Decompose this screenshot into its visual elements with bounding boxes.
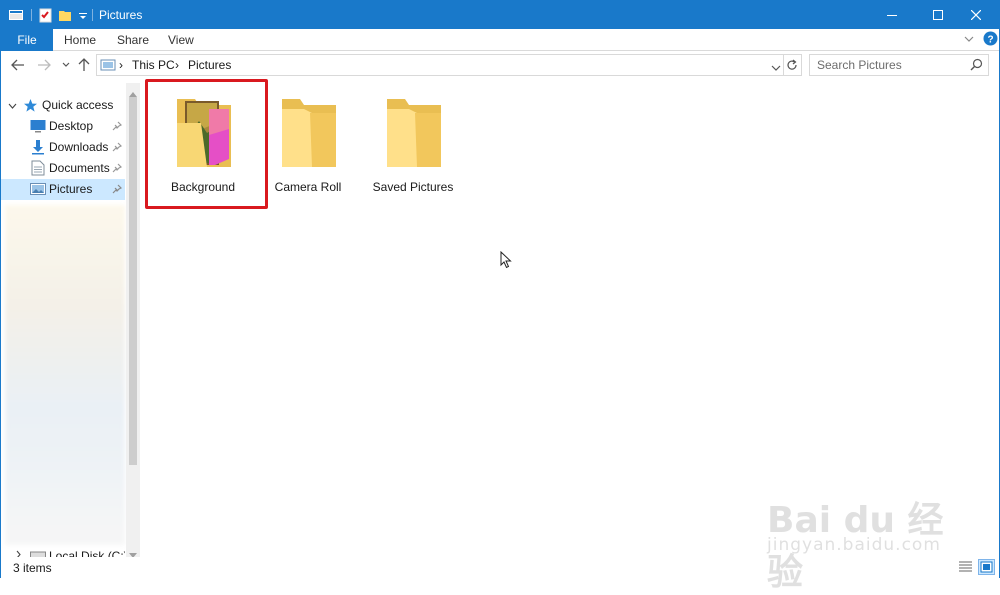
properties-icon[interactable] xyxy=(38,7,54,23)
search-input[interactable] xyxy=(810,55,966,75)
back-arrow-icon xyxy=(11,59,24,71)
pin-icon[interactable] xyxy=(112,162,123,176)
up-arrow-icon xyxy=(78,58,90,71)
navigation-pane: Quick access Desktop Downloads Documents… xyxy=(1,83,141,558)
sidebar-item-label: Downloads xyxy=(49,140,109,154)
maximize-icon xyxy=(933,10,943,20)
sidebar-item-pictures[interactable]: Pictures xyxy=(1,179,125,200)
breadcrumb-pictures[interactable]: Pictures xyxy=(188,58,231,72)
item-count: 3 items xyxy=(13,561,52,575)
new-folder-icon[interactable] xyxy=(57,7,73,23)
scrollbar-thumb[interactable] xyxy=(129,97,137,465)
watermark: Bai du 经验 jingyan.baidu.com xyxy=(767,471,967,593)
refresh-button[interactable] xyxy=(782,54,802,76)
large-icons-view-button[interactable] xyxy=(978,559,995,575)
sidebar-item-label: Quick access xyxy=(42,98,114,112)
forward-button[interactable] xyxy=(35,56,53,74)
breadcrumb-separator-icon[interactable]: › xyxy=(119,58,123,72)
file-explorer-window: Pictures File Home Share View ? › This P… xyxy=(0,0,1000,593)
expand-ribbon-icon[interactable] xyxy=(963,32,975,49)
title-separator xyxy=(92,9,93,21)
sidebar-item-label: Pictures xyxy=(49,182,93,196)
folder-name: Camera Roll xyxy=(274,180,342,194)
tab-file[interactable]: File xyxy=(1,29,53,51)
large-icons-view-icon xyxy=(980,561,993,573)
svg-text:?: ? xyxy=(987,35,993,46)
close-icon xyxy=(971,10,981,20)
mouse-cursor-icon xyxy=(500,250,512,272)
title-bar: Pictures xyxy=(1,1,999,29)
desktop-icon xyxy=(30,119,46,136)
window-title: Pictures xyxy=(99,8,143,22)
tab-home[interactable]: Home xyxy=(64,29,96,51)
address-dropdown-icon[interactable] xyxy=(771,61,781,75)
recent-locations-button[interactable] xyxy=(57,56,75,74)
documents-icon xyxy=(31,160,45,179)
help-icon[interactable]: ? xyxy=(983,31,998,49)
ribbon-tabs: File Home Share View ? xyxy=(1,29,999,51)
breadcrumb-separator-icon[interactable]: › xyxy=(175,58,179,72)
forward-arrow-icon xyxy=(38,59,51,71)
customize-dropdown-icon[interactable] xyxy=(75,7,91,23)
collapse-chevron-icon[interactable] xyxy=(8,100,17,114)
minimize-icon xyxy=(887,15,897,16)
tab-share[interactable]: Share xyxy=(117,29,149,51)
pin-icon[interactable] xyxy=(112,120,123,134)
minimize-button[interactable] xyxy=(869,1,915,29)
chevron-down-icon xyxy=(62,62,70,67)
nav-scrollbar[interactable] xyxy=(126,83,140,558)
folder-name: Saved Pictures xyxy=(372,180,454,194)
address-row: › This PC › Pictures xyxy=(1,51,999,79)
folder-saved-pictures[interactable]: Saved Pictures xyxy=(361,89,465,199)
close-button[interactable] xyxy=(953,1,999,29)
pictures-icon xyxy=(30,182,46,199)
sidebar-item-downloads[interactable]: Downloads xyxy=(1,137,125,158)
sidebar-item-documents[interactable]: Documents xyxy=(1,158,125,179)
pin-icon[interactable] xyxy=(112,141,123,155)
refresh-icon xyxy=(786,59,797,70)
title-separator xyxy=(31,9,32,21)
breadcrumb-this-pc[interactable]: This PC xyxy=(132,58,175,72)
pin-icon[interactable] xyxy=(112,183,123,197)
tab-view[interactable]: View xyxy=(168,29,194,51)
folder-icon xyxy=(387,99,441,167)
pictures-location-icon xyxy=(100,58,116,75)
selection-highlight-box xyxy=(145,79,268,209)
sidebar-item-desktop[interactable]: Desktop xyxy=(1,116,125,137)
quick-access-star-icon xyxy=(23,98,38,116)
address-bar[interactable]: › This PC › Pictures xyxy=(96,54,784,76)
folder-icon xyxy=(282,99,336,167)
downloads-icon xyxy=(30,139,46,158)
blurred-nav-region xyxy=(5,205,125,545)
explorer-window-icon[interactable] xyxy=(8,7,24,23)
back-button[interactable] xyxy=(9,56,27,74)
sidebar-item-label: Documents xyxy=(49,161,110,175)
search-box[interactable] xyxy=(809,54,989,76)
up-button[interactable] xyxy=(75,56,93,74)
folder-camera-roll[interactable]: Camera Roll xyxy=(256,89,360,199)
search-icon[interactable] xyxy=(970,58,983,74)
watermark-url: jingyan.baidu.com xyxy=(767,535,941,555)
sidebar-item-label: Desktop xyxy=(49,119,94,133)
sidebar-item-quick-access[interactable]: Quick access xyxy=(1,95,125,116)
sidebar-item-local-disk[interactable]: Local Disk (C:) xyxy=(1,544,125,558)
